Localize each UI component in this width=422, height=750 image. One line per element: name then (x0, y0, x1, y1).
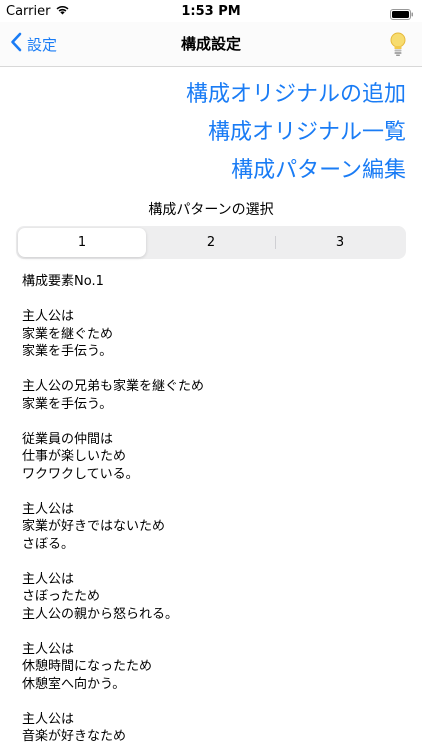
pattern-select-label: 構成パターンの選択 (148, 202, 274, 218)
element-line: 主人公は (22, 641, 75, 657)
element-line: 休憩室へ向かう。 (22, 676, 126, 692)
battery-icon (390, 5, 414, 20)
element-block: 主人公は 家業を継ぐため 家業を手伝う。 (22, 308, 402, 361)
element-line: 従業員の仲間は (22, 431, 114, 447)
original-list-link[interactable]: 構成オリジナル一覧 (186, 114, 406, 152)
segment-1-label: 1 (77, 235, 87, 250)
element-line: 家業を手伝う。 (22, 344, 113, 359)
status-bar: Carrier 1:53 PM (0, 0, 422, 22)
element-line: 家業が好きではないため (22, 519, 166, 534)
element-line: 休憩時間になったため (22, 659, 153, 674)
element-block: 主人公は 家業が好きではないため さぼる。 (22, 501, 402, 554)
segment-3-label: 3 (335, 235, 345, 250)
element-heading: 構成要素No.1 (22, 274, 104, 289)
segment-1[interactable]: 1 (18, 228, 146, 257)
segment-3[interactable]: 3 (276, 228, 404, 257)
element-block: 主人公の兄弟も家業を継ぐため 家業を手伝う。 (22, 378, 402, 413)
segment-2[interactable]: 2 (147, 228, 275, 257)
element-line: 仕事が楽しいため (22, 449, 127, 464)
element-line: 家業を手伝う。 (22, 396, 113, 412)
element-line: 主人公は (22, 571, 75, 587)
pattern-segmented-control: 1 2 3 (16, 226, 406, 259)
element-block: 主人公は さぼったため 主人公の親から怒られる。 (22, 571, 402, 624)
element-line: 主人公は (22, 309, 75, 324)
element-block: 主人公は 音楽が好きなため (22, 711, 402, 746)
element-block: 従業員の仲間は 仕事が楽しいため ワクワクしている。 (22, 431, 402, 484)
element-line: 家業を継ぐため (22, 326, 114, 342)
add-original-link[interactable]: 構成オリジナルの追加 (186, 76, 406, 114)
element-line: 主人公は (22, 501, 75, 517)
element-line: 主人公の親から怒られる。 (22, 606, 179, 622)
status-time: 1:53 PM (181, 4, 241, 19)
page-title: 構成設定 (180, 35, 241, 53)
edit-pattern-link[interactable]: 構成パターン編集 (186, 152, 406, 190)
element-line: 音楽が好きなため (22, 729, 127, 744)
element-line: さぼる。 (22, 536, 75, 552)
composition-text: 構成要素No.1 主人公は 家業を継ぐため 家業を手伝う。 主人公の兄弟も家業を… (22, 273, 402, 750)
navigation-bar: 設定 構成設定 (0, 22, 422, 67)
element-line: 主人公の兄弟も家業を継ぐため (22, 379, 205, 394)
element-line: ワクワクしている。 (22, 466, 139, 482)
screen: Carrier 1:53 PM 設定 構成設定 構成オリジナルの追加 構成オリジ… (0, 0, 422, 750)
element-line: 主人公は (22, 711, 75, 727)
segment-2-label: 2 (206, 235, 216, 250)
lightbulb-icon[interactable] (388, 31, 408, 57)
element-line: さぼったため (22, 589, 101, 604)
element-block: 主人公は 休憩時間になったため 休憩室へ向かう。 (22, 641, 402, 694)
action-links: 構成オリジナルの追加 構成オリジナル一覧 構成パターン編集 (186, 76, 406, 190)
